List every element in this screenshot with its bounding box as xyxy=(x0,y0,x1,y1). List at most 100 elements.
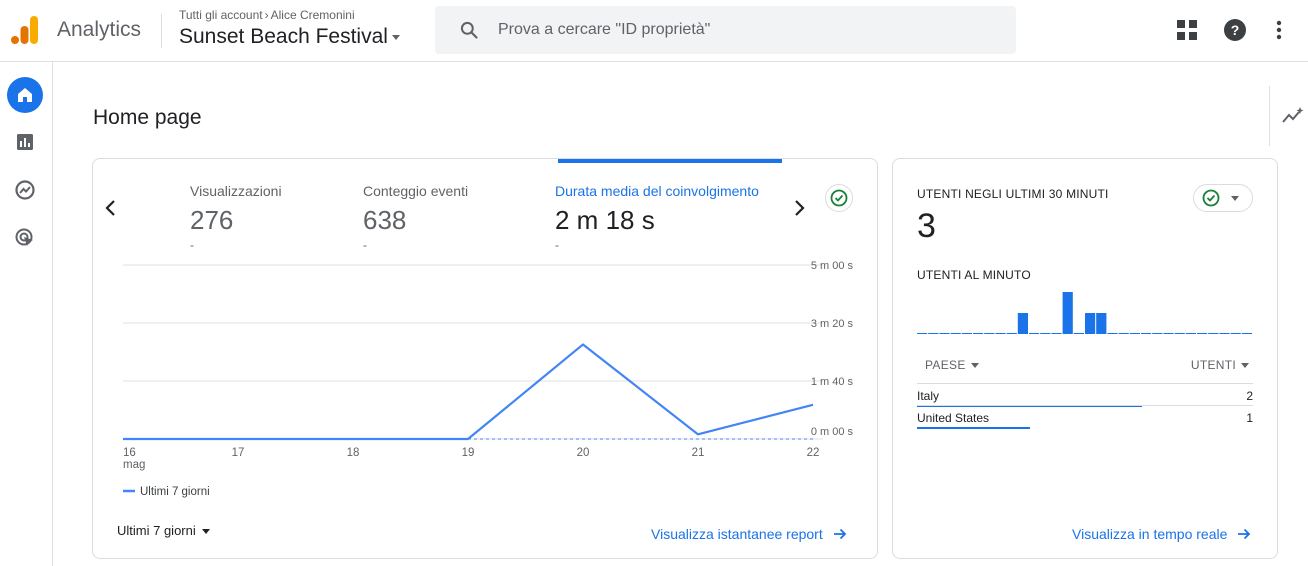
x-tick-label: 21 xyxy=(692,447,705,459)
x-tick-sublabel: mag xyxy=(123,459,145,471)
table-row[interactable]: Italy 2 xyxy=(917,383,1253,407)
minute-bar[interactable] xyxy=(984,333,995,334)
minute-bar[interactable] xyxy=(1040,333,1051,334)
minute-bar[interactable] xyxy=(1129,333,1140,334)
realtime-status-dropdown[interactable] xyxy=(1193,184,1253,212)
minute-bar[interactable] xyxy=(1051,333,1062,334)
minute-bar[interactable] xyxy=(917,333,928,334)
nav-reports[interactable] xyxy=(7,124,43,160)
caret-down-icon xyxy=(1231,196,1239,201)
nav-home[interactable] xyxy=(7,77,43,113)
breadcrumb-account[interactable]: Alice Cremonini xyxy=(271,8,355,22)
divider xyxy=(161,14,162,48)
country-name: Italy xyxy=(917,389,940,403)
minute-bar[interactable] xyxy=(1230,333,1241,334)
nav-explore[interactable] xyxy=(7,172,43,208)
minute-bar[interactable] xyxy=(1085,313,1096,334)
minute-bar[interactable] xyxy=(1141,333,1152,334)
minute-bar[interactable] xyxy=(1219,333,1230,334)
arrow-right-icon xyxy=(1238,528,1251,540)
realtime-title: UTENTI NEGLI ULTIMI 30 MINUTI xyxy=(917,187,1109,201)
minute-bar[interactable] xyxy=(928,333,939,334)
minute-bar[interactable] xyxy=(1017,313,1028,334)
explore-icon xyxy=(15,180,35,200)
realtime-users-value: 3 xyxy=(917,207,936,245)
column-label: UTENTI xyxy=(1190,358,1236,372)
top-bar: Analytics Tutti gli account › Alice Cremon… xyxy=(0,0,1308,62)
property-selector[interactable]: Sunset Beach Festival xyxy=(179,25,400,49)
minute-bar[interactable] xyxy=(1241,333,1252,334)
x-tick-label: 20 xyxy=(577,447,590,459)
minute-bar[interactable] xyxy=(950,333,961,334)
search-input[interactable] xyxy=(498,19,978,41)
help-icon[interactable]: ? xyxy=(1222,17,1248,43)
x-tick-label: 18 xyxy=(347,447,360,459)
link-label: Visualizza istantanee report xyxy=(651,526,823,542)
overview-card: Visualizzazioni 276 - Conteggio eventi 6… xyxy=(92,158,878,559)
left-nav xyxy=(0,62,53,566)
caret-down-icon xyxy=(970,363,979,369)
breadcrumb-all-accounts[interactable]: Tutti gli account xyxy=(179,8,263,22)
minute-bar[interactable] xyxy=(1118,333,1129,334)
y-tick-label: 0 m 00 s xyxy=(811,426,854,438)
advertising-icon xyxy=(15,228,33,246)
per-minute-title: UTENTI AL MINUTO xyxy=(917,268,1031,282)
date-range-dropdown[interactable]: Ultimi 7 giorni xyxy=(117,523,210,538)
table-row[interactable]: United States 1 xyxy=(917,405,1253,429)
minute-bar[interactable] xyxy=(1107,333,1118,334)
realtime-card: UTENTI NEGLI ULTIMI 30 MINUTI 3 UTENTI A… xyxy=(892,158,1278,559)
minute-bar[interactable] xyxy=(939,333,950,334)
caret-down-icon xyxy=(201,529,210,535)
y-tick-label: 3 m 20 s xyxy=(811,318,854,330)
app-name: Analytics xyxy=(57,18,142,41)
caret-down-icon xyxy=(391,34,400,40)
check-circle-icon xyxy=(1202,189,1220,207)
view-realtime-link[interactable]: Visualizza in tempo reale xyxy=(1072,526,1251,542)
y-tick-label: 5 m 00 s xyxy=(811,260,854,272)
x-tick-label: 17 xyxy=(232,447,245,459)
search-icon xyxy=(460,21,478,39)
minute-bar[interactable] xyxy=(1197,333,1208,334)
property-name: Sunset Beach Festival xyxy=(179,25,388,48)
minute-bar[interactable] xyxy=(1185,333,1196,334)
minute-bar[interactable] xyxy=(1096,313,1107,334)
minute-bar[interactable] xyxy=(995,333,1006,334)
x-tick-label: 22 xyxy=(807,447,820,459)
series-line xyxy=(123,343,814,441)
search-bar[interactable] xyxy=(435,6,1016,54)
more-vert-icon[interactable] xyxy=(1266,17,1292,43)
column-users[interactable]: UTENTI xyxy=(1191,358,1249,372)
insights-icon[interactable] xyxy=(1281,105,1305,127)
minute-bar[interactable] xyxy=(1208,333,1219,334)
date-range-label: Ultimi 7 giorni xyxy=(117,523,196,538)
home-icon xyxy=(18,88,32,102)
right-rail-divider xyxy=(1269,86,1270,146)
caret-down-icon xyxy=(1241,363,1249,369)
users-count: 2 xyxy=(1246,389,1253,403)
minute-bar[interactable] xyxy=(961,333,972,334)
minute-bar[interactable] xyxy=(1073,333,1084,334)
per-minute-bar-chart xyxy=(917,292,1252,334)
breadcrumb[interactable]: Tutti gli account › Alice Cremonini xyxy=(179,8,355,22)
minute-bar[interactable] xyxy=(973,333,984,334)
country-name: United States xyxy=(917,411,990,425)
share-bar xyxy=(917,427,1030,429)
column-country[interactable]: PAESE xyxy=(925,358,979,372)
nav-advertising[interactable] xyxy=(7,220,43,256)
minute-bar[interactable] xyxy=(1163,333,1174,334)
minute-bar[interactable] xyxy=(1029,333,1040,334)
x-tick-label: 19 xyxy=(462,447,475,459)
chevron-right-icon: › xyxy=(264,8,269,22)
column-label: PAESE xyxy=(925,358,966,372)
minute-bar[interactable] xyxy=(1006,333,1017,334)
minute-bar[interactable] xyxy=(1152,333,1163,334)
view-report-snapshot-link[interactable]: Visualizza istantanee report xyxy=(651,526,847,542)
page-title: Home page xyxy=(93,106,202,129)
line-chart: 0 m 00 s 1 m 40 s 3 m 20 s 5 m 00 s 16 17 18 19… xyxy=(122,260,854,498)
apps-icon[interactable] xyxy=(1174,17,1200,43)
minute-bar[interactable] xyxy=(1174,333,1185,334)
minute-bar[interactable] xyxy=(1062,292,1073,334)
users-count: 1 xyxy=(1246,411,1253,425)
realtime-table-header: PAESE UTENTI xyxy=(917,355,1253,383)
bar-chart-icon xyxy=(17,134,33,150)
